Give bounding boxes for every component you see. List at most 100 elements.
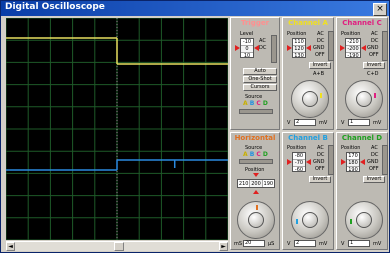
channel-c-position-label: Position <box>341 31 361 37</box>
channel-a-pos-mid: 120 <box>293 45 305 53</box>
channel-d-pos-mid: 180 <box>347 159 359 167</box>
horizontal-source-slider[interactable] <box>239 159 273 164</box>
channel-b-left-arrow-icon[interactable] <box>287 159 292 165</box>
channel-d-position-counter[interactable]: 170 180 190 <box>346 152 360 173</box>
channel-b-coupling-slider[interactable] <box>328 145 334 175</box>
channel-c-position-counter[interactable]: -210 -200 -190 <box>345 38 361 59</box>
source-d[interactable]: D <box>263 100 268 107</box>
channel-a-volts-dial[interactable] <box>291 80 329 118</box>
channel-c-right-arrow-icon[interactable] <box>361 45 366 51</box>
channel-b-knob[interactable] <box>302 212 318 228</box>
horizontal-up-arrow-icon[interactable] <box>253 190 259 194</box>
auto-button[interactable]: Auto <box>243 68 277 75</box>
channel-d-unit-v: V <box>341 241 345 247</box>
channel-c-panel: Channel C Position -210 -200 -190 AC DC … <box>336 17 388 130</box>
channel-c-combo-label[interactable]: C+D <box>367 71 379 77</box>
horizontal-scrollbar[interactable]: ◄ ► <box>6 241 228 251</box>
trigger-source-slider[interactable] <box>239 109 273 114</box>
channel-c-coupling-slider[interactable] <box>382 31 388 61</box>
channel-a-invert-button[interactable]: Invert <box>309 62 331 69</box>
channel-b-pos-bottom: -60 <box>294 167 304 173</box>
channel-d-right-arrow-icon[interactable] <box>360 159 365 165</box>
channel-c-ac-label: AC <box>371 31 378 37</box>
channel-a-knob[interactable] <box>302 91 318 107</box>
horizontal-scale-value[interactable]: 20 <box>243 240 265 247</box>
channel-c-unit-mv: mV <box>373 120 382 126</box>
channel-b-position-label: Position <box>287 145 307 151</box>
channel-b-off-label: OFF <box>315 166 325 172</box>
level-counter[interactable]: -10 0 10 <box>240 38 254 59</box>
level-left-arrow-icon[interactable] <box>235 45 240 51</box>
channel-d-off-label: OFF <box>369 166 379 172</box>
channel-c-unit-v: V <box>341 120 345 126</box>
horizontal-position-counter[interactable]: 210 200 190 <box>237 179 275 188</box>
channel-c-knob[interactable] <box>356 91 372 107</box>
channel-c-invert-button[interactable]: Invert <box>363 62 385 69</box>
channel-a-position-counter[interactable]: 110 120 130 <box>292 38 306 59</box>
channel-a-dc-label: DC <box>317 38 325 44</box>
channel-d-ac-label: AC <box>371 145 378 151</box>
trigger-dc-label: DC <box>259 45 267 51</box>
horizontal-down-arrow-icon[interactable] <box>253 173 259 177</box>
channel-d-left-arrow-icon[interactable] <box>341 159 346 165</box>
channel-a-unit-v: V <box>287 120 291 126</box>
h-source-d[interactable]: D <box>263 151 268 158</box>
channel-b-ac-label: AC <box>317 145 324 151</box>
title-bar[interactable]: Digital Oscilloscope × <box>1 1 389 16</box>
horizontal-source-letters[interactable]: A B C D <box>243 151 268 158</box>
channel-a-unit-mv: mV <box>319 120 328 126</box>
h-source-a[interactable]: A <box>243 151 248 158</box>
scroll-left-button[interactable]: ◄ <box>6 242 15 251</box>
channel-b-pos-mid: -70 <box>293 159 305 167</box>
channel-c-scale-value[interactable]: 1 <box>348 119 370 126</box>
channel-c-dc-label: DC <box>371 38 379 44</box>
channel-a-right-arrow-icon[interactable] <box>306 45 311 51</box>
channel-d-coupling-slider[interactable] <box>382 145 388 175</box>
channel-c-gnd-label: GND <box>367 45 379 51</box>
h-source-b[interactable]: B <box>250 151 255 158</box>
horizontal-dial-marker <box>256 205 258 210</box>
channel-a-left-arrow-icon[interactable] <box>287 45 292 51</box>
h-pos-mid: 200 <box>249 180 263 187</box>
channel-c-pos-top: -210 <box>347 39 359 45</box>
channel-b-invert-button[interactable]: Invert <box>309 176 331 183</box>
channel-d-gnd-label: GND <box>367 159 379 165</box>
channel-c-volts-dial[interactable] <box>345 80 383 118</box>
channel-a-pos-top: 110 <box>294 39 304 45</box>
horizontal-time-dial[interactable] <box>237 201 275 239</box>
horizontal-unit-us: μS <box>268 241 275 247</box>
scroll-right-button[interactable]: ► <box>219 242 228 251</box>
channel-b-volts-dial[interactable] <box>291 201 329 239</box>
source-a[interactable]: A <box>243 100 248 107</box>
channel-d-dc-label: DC <box>371 152 379 158</box>
source-c[interactable]: C <box>256 100 260 107</box>
channel-d-scale-value[interactable]: 1 <box>348 240 370 247</box>
channel-a-off-label: OFF <box>315 52 325 58</box>
channel-b-unit-mv: mV <box>319 241 328 247</box>
trigger-source-letters[interactable]: A B C D <box>243 100 268 107</box>
horizontal-panel: Horizontal Source A B C D Position 210 2… <box>230 132 280 250</box>
trigger-panel: Trigger Level -10 0 10 AC DC Auto One-Sh… <box>230 17 280 130</box>
channel-b-scale-value[interactable]: 2 <box>294 240 316 247</box>
channel-a-combo-label[interactable]: A+B <box>313 71 324 77</box>
level-label: Level <box>240 31 254 37</box>
h-source-c[interactable]: C <box>256 151 260 158</box>
trigger-coupling-slider[interactable] <box>271 35 277 63</box>
cursors-button[interactable]: Cursors <box>243 84 277 91</box>
channel-d-pos-bottom: 190 <box>348 167 358 173</box>
channel-b-right-arrow-icon[interactable] <box>306 159 311 165</box>
channel-a-coupling-slider[interactable] <box>328 31 334 61</box>
channel-a-scale-value[interactable]: 2 <box>294 119 316 126</box>
scroll-thumb[interactable] <box>114 242 124 251</box>
channel-a-position-label: Position <box>287 31 307 37</box>
channel-d-invert-button[interactable]: Invert <box>363 176 385 183</box>
channel-d-volts-dial[interactable] <box>345 201 383 239</box>
horizontal-knob[interactable] <box>248 212 264 228</box>
close-button[interactable]: × <box>373 3 387 16</box>
channel-b-position-counter[interactable]: -80 -70 -60 <box>292 152 306 173</box>
channel-d-knob[interactable] <box>356 212 372 228</box>
channel-c-left-arrow-icon[interactable] <box>340 45 345 51</box>
source-b[interactable]: B <box>250 100 255 107</box>
one-shot-button[interactable]: One-Shot <box>243 76 277 83</box>
channel-d-pos-top: 170 <box>348 153 358 159</box>
